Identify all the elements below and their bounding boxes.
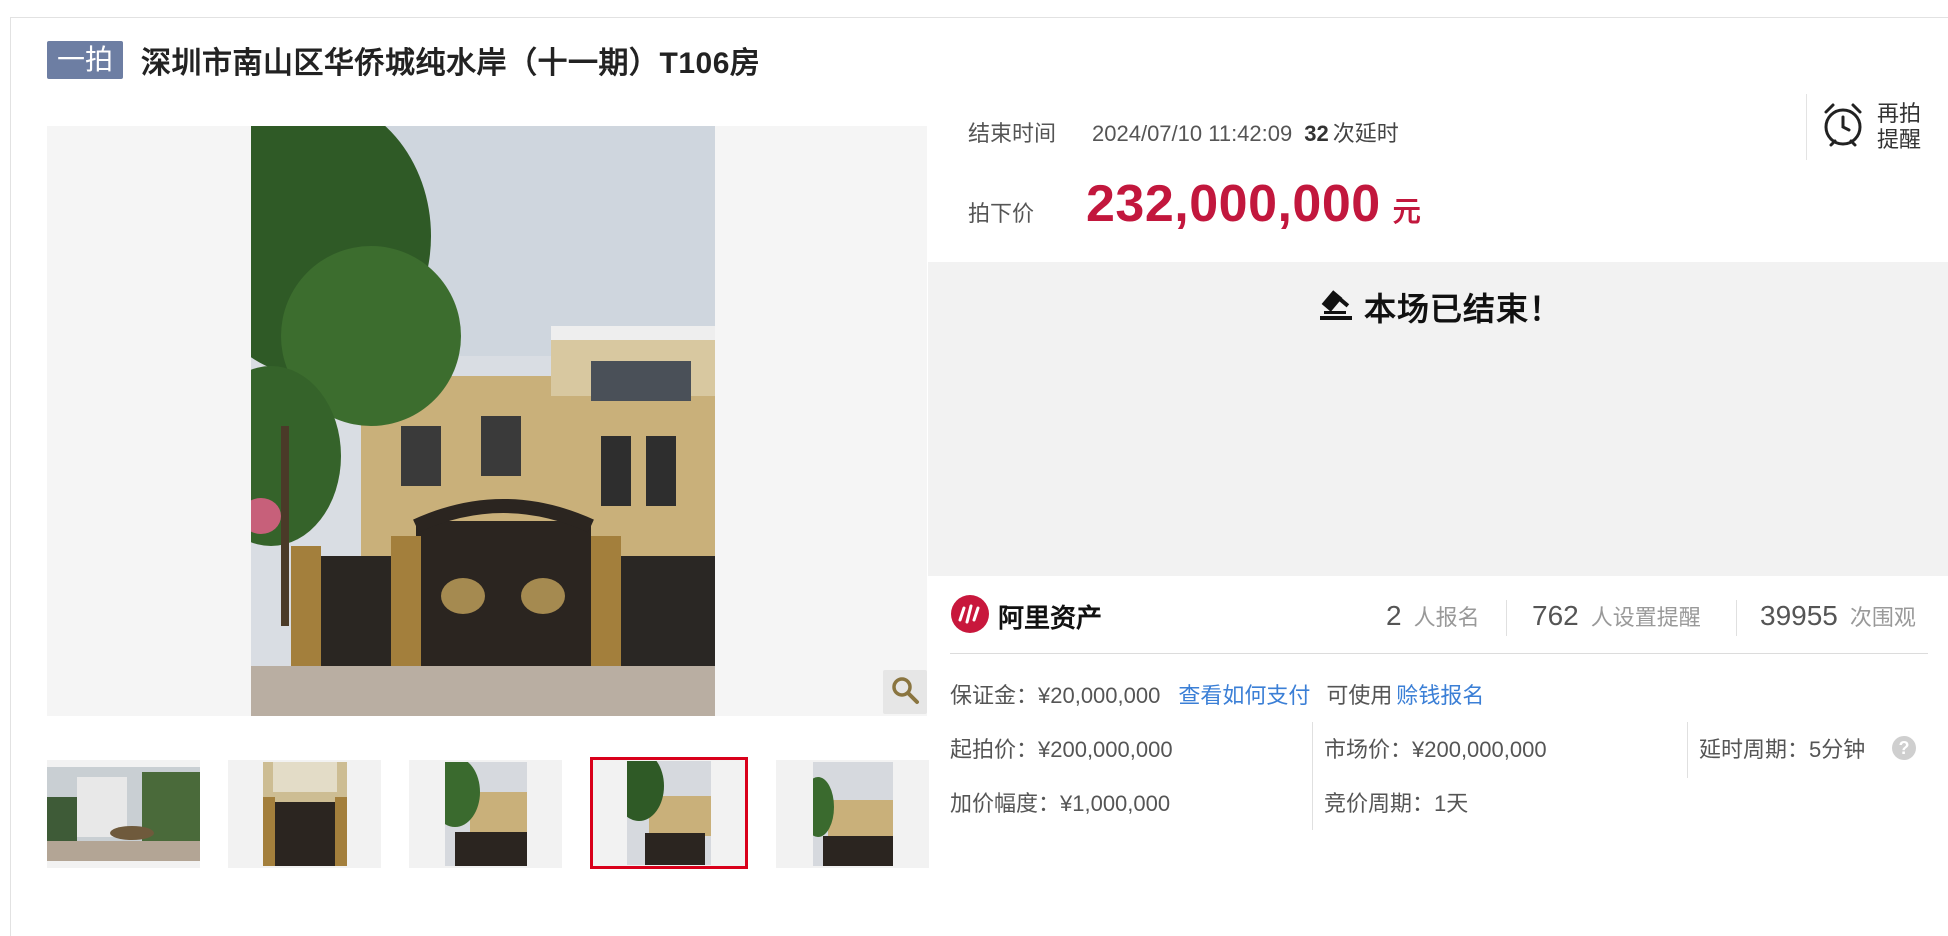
how-to-pay-link[interactable]: 查看如何支付	[1178, 678, 1310, 710]
final-price-unit: 元	[1392, 196, 1421, 227]
stat-registrations-unit: 人报名	[1413, 605, 1480, 630]
brand-name: 阿里资产	[998, 603, 1103, 633]
stat-views-num: 39955	[1760, 600, 1838, 631]
page-title: 深圳市南山区华侨城纯水岸（十一期）T106房	[141, 47, 761, 80]
reauction-reminder-button[interactable]: 再拍 提醒	[1806, 94, 1948, 160]
auction-info: 结束时间 2024/07/10 11:42:09 32 次延时 拍下价 232,…	[928, 96, 1948, 262]
gavel-icon	[1318, 288, 1354, 327]
auction-ended-panel: 本场已结束！	[928, 262, 1948, 576]
end-time-value: 2024/07/10 11:42:09	[1092, 121, 1293, 146]
auction-ended-row: 本场已结束！	[1318, 284, 1562, 330]
stat-views-unit: 次围观	[1849, 605, 1916, 630]
market-price: 市场价：¥200,000,000	[1324, 737, 1547, 762]
thumbnail-4-selected[interactable]	[590, 757, 748, 869]
brand: 阿里资产	[950, 594, 1102, 639]
stat-separator	[1506, 600, 1507, 636]
column-separator	[1312, 722, 1313, 830]
auction-round-tag: 一拍	[47, 41, 124, 79]
final-price-label: 拍下价	[968, 201, 1035, 226]
deposit-text: 保证金：¥20,000,000	[950, 683, 1161, 708]
stat-registrations-num: 2	[1386, 600, 1402, 631]
thumbnail-5[interactable]	[776, 760, 929, 868]
alarm-clock-icon	[1821, 101, 1865, 154]
stat-reminders-num: 762	[1532, 600, 1579, 631]
main-property-image[interactable]	[251, 126, 715, 716]
final-price-value: 232,000,000	[1086, 175, 1381, 233]
stat-views: 39955 次围观	[1760, 600, 1916, 636]
bid-increment: 加价幅度：¥1,000,000	[950, 791, 1171, 816]
extend-period: 延时周期：5分钟	[1699, 737, 1866, 762]
stat-reminders-unit: 人设置提醒	[1590, 605, 1701, 630]
ali-asset-logo-icon	[950, 594, 990, 639]
extension-count: 32	[1304, 121, 1329, 146]
zoom-button[interactable]	[883, 670, 927, 714]
reminder-label: 再拍 提醒	[1877, 101, 1922, 152]
stat-reminders: 762 人设置提醒	[1532, 600, 1701, 636]
start-price: 起拍价：¥200,000,000	[950, 737, 1173, 762]
bid-period: 竞价周期：1天	[1324, 791, 1469, 816]
main-image-area	[47, 126, 927, 716]
stat-separator	[1736, 600, 1737, 636]
stats-row: 阿里资产 2 人报名 762 人设置提醒 39955 次围观	[950, 592, 1928, 654]
extension-unit: 次延时	[1332, 121, 1399, 146]
thumbnail-1[interactable]	[47, 760, 200, 868]
magnifier-icon	[890, 675, 920, 710]
auction-ended-text: 本场已结束！	[1364, 291, 1563, 327]
title-row: 一拍 深圳市南山区华侨城纯水岸（十一期）T106房	[47, 40, 760, 80]
final-price-row: 拍下价 232,000,000 元	[968, 174, 1421, 234]
stat-registrations: 2 人报名	[1386, 600, 1480, 636]
column-separator	[1687, 722, 1688, 778]
end-time-label: 结束时间	[968, 121, 1057, 146]
available-label: 可使用	[1326, 683, 1393, 708]
end-time-row: 结束时间 2024/07/10 11:42:09 32 次延时	[968, 116, 1399, 148]
deposit-row: 保证金：¥20,000,000 查看如何支付 可使用 赊钱报名	[950, 678, 1484, 710]
help-icon[interactable]: ?	[1892, 736, 1916, 760]
thumbnail-strip	[47, 757, 929, 869]
thumbnail-3[interactable]	[409, 760, 562, 868]
thumbnail-2[interactable]	[228, 760, 381, 868]
credit-register-link[interactable]: 赊钱报名	[1396, 678, 1484, 710]
